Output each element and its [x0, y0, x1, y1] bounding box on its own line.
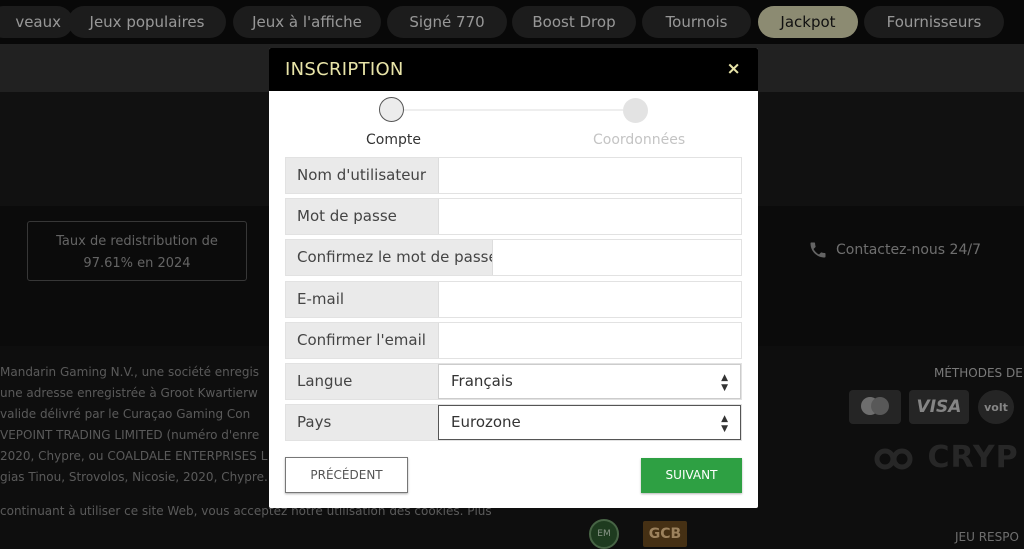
- confirm-password-input[interactable]: [492, 240, 741, 275]
- modal-header: INSCRIPTION ×: [269, 48, 758, 91]
- language-select[interactable]: Français ▲ ▼: [438, 364, 741, 399]
- country-row: Pays Eurozone ▲ ▼: [285, 404, 742, 441]
- email-label: E-mail: [286, 282, 438, 317]
- confirm-email-input[interactable]: [438, 323, 741, 358]
- language-value: Français: [451, 372, 513, 390]
- confirm-email-row: Confirmer l'email: [285, 322, 742, 359]
- password-row: Mot de passe: [285, 198, 742, 235]
- confirm-password-row: Confirmez le mot de passe: [285, 239, 742, 276]
- username-input[interactable]: [438, 158, 741, 193]
- confirm-email-label: Confirmer l'email: [286, 323, 438, 358]
- previous-button[interactable]: PRÉCÉDENT: [285, 457, 408, 493]
- step-compte-dot: [379, 97, 404, 122]
- country-select[interactable]: Eurozone ▲ ▼: [438, 405, 741, 440]
- username-row: Nom d'utilisateur: [285, 157, 742, 194]
- country-label: Pays: [286, 405, 438, 440]
- step-compte-label: Compte: [366, 132, 421, 148]
- password-input[interactable]: [438, 199, 741, 234]
- close-icon[interactable]: ×: [726, 48, 741, 91]
- email-input[interactable]: [438, 282, 741, 317]
- next-button[interactable]: SUIVANT: [641, 458, 742, 493]
- step-coordonnees-label: Coordonnées: [593, 132, 686, 148]
- modal-title: INSCRIPTION: [285, 59, 404, 80]
- password-label: Mot de passe: [286, 199, 438, 234]
- select-arrows-icon: ▲ ▼: [721, 373, 728, 393]
- language-row: Langue Français ▲ ▼: [285, 363, 742, 400]
- username-label: Nom d'utilisateur: [286, 158, 438, 193]
- country-value: Eurozone: [451, 413, 521, 431]
- step-coordonnees-dot: [623, 98, 648, 123]
- confirm-password-label: Confirmez le mot de passe: [286, 240, 498, 275]
- email-row: E-mail: [285, 281, 742, 318]
- select-arrows-icon: ▲ ▼: [721, 414, 728, 434]
- language-label: Langue: [286, 364, 438, 399]
